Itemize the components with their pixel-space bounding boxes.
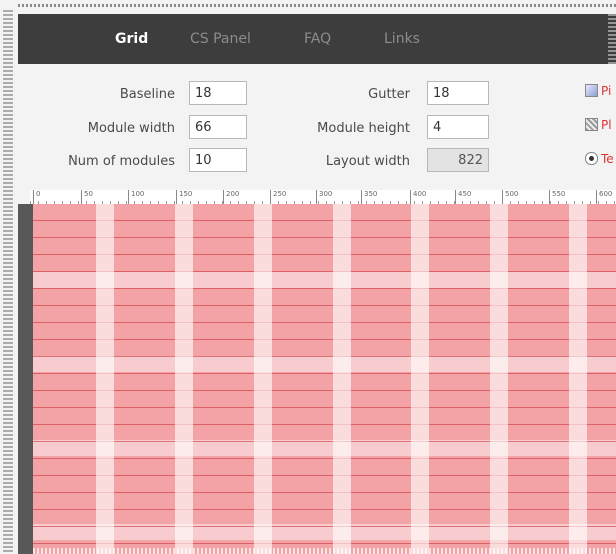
option-pattern-label: Pl bbox=[601, 118, 612, 132]
option-text-label: Te bbox=[601, 152, 614, 166]
nav-tab-links[interactable]: Links bbox=[384, 31, 420, 47]
ruler-tick: 600 bbox=[596, 190, 612, 204]
ruler-tick: 300 bbox=[316, 190, 332, 204]
grid-gutter bbox=[333, 204, 351, 554]
grid-left-margin bbox=[18, 204, 33, 554]
option-text[interactable]: Te bbox=[585, 152, 616, 168]
gutter-label: Gutter bbox=[368, 87, 410, 102]
nav-tab-faq[interactable]: FAQ bbox=[304, 31, 331, 47]
navbar-edge bbox=[608, 14, 616, 64]
grid-preview bbox=[18, 204, 616, 554]
layout-width-label: Layout width bbox=[325, 154, 410, 169]
grid-gutter bbox=[254, 204, 272, 554]
grid-gutter bbox=[96, 204, 114, 554]
left-ruler-edge bbox=[0, 0, 18, 554]
pattern-icon bbox=[585, 118, 598, 131]
image-icon bbox=[585, 84, 598, 97]
module-width-label: Module width bbox=[87, 121, 175, 136]
module-height-label: Module height bbox=[317, 121, 410, 136]
ruler-tick: 550 bbox=[549, 190, 565, 204]
ruler-tick: 100 bbox=[128, 190, 144, 204]
ruler-tick: 400 bbox=[410, 190, 426, 204]
num-modules-input[interactable] bbox=[189, 148, 247, 172]
ruler-tick: 250 bbox=[270, 190, 286, 204]
option-picture[interactable]: Pi bbox=[585, 84, 616, 100]
top-navigation: Grid CS Panel FAQ Links bbox=[18, 14, 616, 64]
grid-gutter bbox=[490, 204, 508, 554]
gutter-input[interactable] bbox=[427, 81, 489, 105]
baseline-label: Baseline bbox=[119, 87, 175, 102]
option-pattern[interactable]: Pl bbox=[585, 118, 616, 134]
layout-width-output bbox=[427, 148, 489, 172]
ruler-tick: 200 bbox=[223, 190, 239, 204]
grid-bottom-edge bbox=[33, 548, 616, 554]
grid-gutter bbox=[411, 204, 429, 554]
ruler-tick: 50 bbox=[81, 190, 93, 204]
option-picture-label: Pi bbox=[601, 84, 612, 98]
nav-tab-cs-panel[interactable]: CS Panel bbox=[190, 31, 251, 47]
module-width-input[interactable] bbox=[189, 115, 247, 139]
ruler-tick: 500 bbox=[502, 190, 518, 204]
baseline-lines bbox=[33, 204, 616, 554]
top-ruler-edge bbox=[0, 0, 616, 9]
pixel-ruler: 0 50 100 150 200 250 300 350 400 450 500… bbox=[30, 190, 616, 205]
ruler-tick: 350 bbox=[361, 190, 377, 204]
baseline-input[interactable] bbox=[189, 81, 247, 105]
module-height-input[interactable] bbox=[427, 115, 489, 139]
grid-gutter bbox=[175, 204, 193, 554]
grid-gutter bbox=[569, 204, 587, 554]
radio-icon bbox=[585, 152, 598, 165]
ruler-tick: 450 bbox=[455, 190, 471, 204]
nav-tab-grid[interactable]: Grid bbox=[115, 31, 148, 47]
grid-settings-panel: Baseline Module width Num of modules Gut… bbox=[18, 64, 616, 190]
ruler-tick: 0 bbox=[33, 190, 40, 204]
ruler-tick: 150 bbox=[176, 190, 192, 204]
num-modules-label: Num of modules bbox=[68, 154, 175, 169]
